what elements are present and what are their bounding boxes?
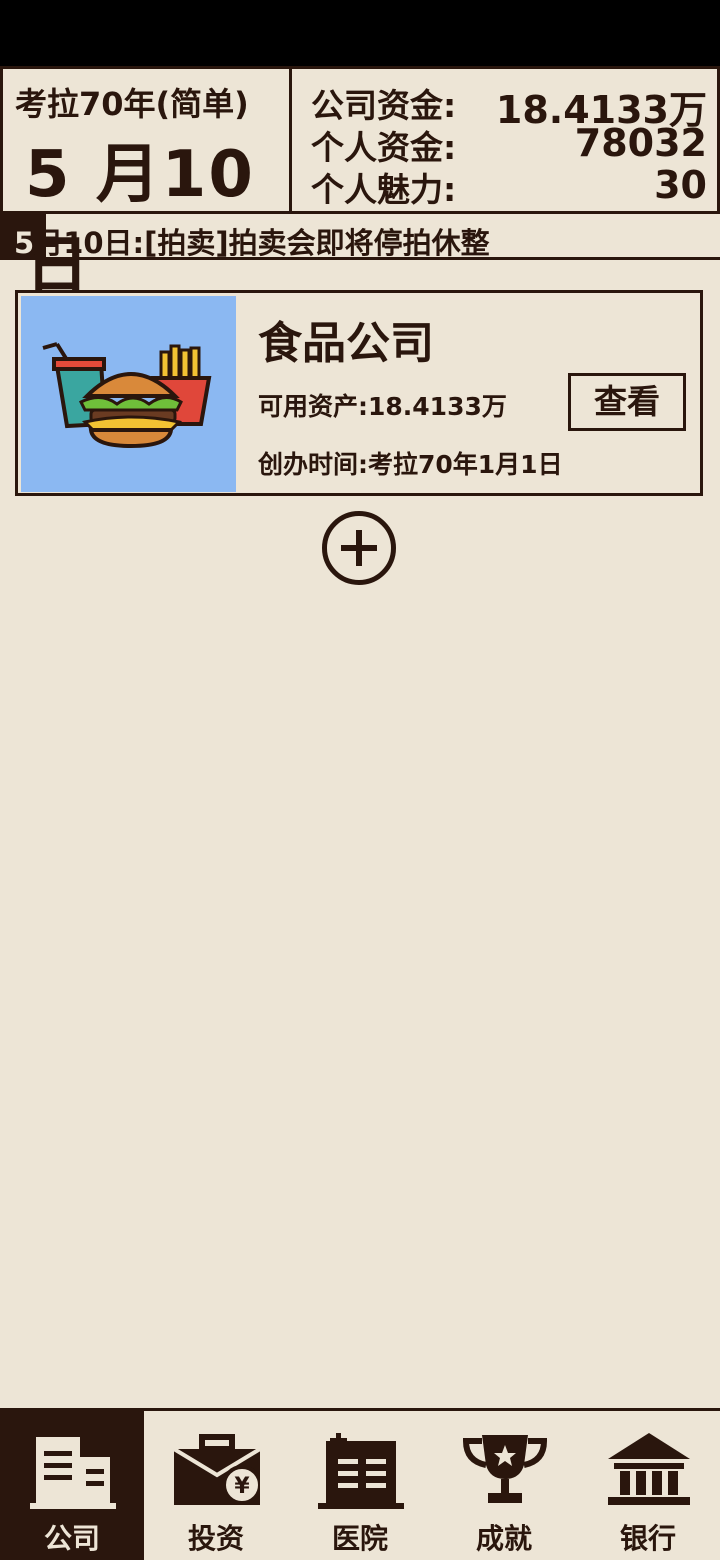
nav-hospital[interactable]: 医院 <box>288 1411 432 1560</box>
briefcase-yen-icon: ¥ <box>174 1434 260 1505</box>
stats-panel: 公司资金: 18.4133万 个人资金: 78032 个人魅力: 30 <box>293 69 717 211</box>
company-card[interactable]: 食品公司 可用资产:18.4133万 创办时间:考拉70年1月1日 查看 <box>15 290 703 496</box>
company-name: 食品公司 <box>258 318 434 369</box>
svg-text:¥: ¥ <box>234 1474 250 1499</box>
founded-date: 创办时间:考拉70年1月1日 <box>258 450 563 479</box>
nav-invest-label: 投资 <box>187 1522 244 1555</box>
charisma-label: 个人魅力: <box>311 170 457 209</box>
hospital-icon <box>318 1433 404 1509</box>
nav-bank-label: 银行 <box>619 1522 676 1555</box>
status-bar <box>0 0 720 66</box>
burger-fries-drink-icon <box>21 296 236 492</box>
ticker-text: 5月10日:[拍卖]拍卖会即将停拍休整 <box>14 220 490 262</box>
company-funds-label: 公司资金: <box>311 86 457 125</box>
plus-circle-icon[interactable] <box>322 511 396 585</box>
nav-company[interactable]: 公司 <box>0 1411 144 1560</box>
office-building-icon <box>30 1437 116 1509</box>
bank-icon <box>608 1433 690 1505</box>
view-button[interactable]: 查看 <box>568 373 686 431</box>
company-funds-row: 公司资金: 18.4133万 <box>311 79 707 132</box>
personal-funds-value: 78032 <box>574 121 707 165</box>
news-ticker: 5月10日:[拍卖]拍卖会即将停拍休整 <box>0 214 720 260</box>
nav-company-label: 公司 <box>43 1522 100 1555</box>
personal-funds-row: 个人资金: 78032 <box>311 121 707 167</box>
bottom-nav: 公司 ¥ 投资 医院 成就 银行 <box>0 1408 720 1560</box>
available-assets: 可用资产:18.4133万 <box>258 392 507 421</box>
header-panel: 考拉70年(简单) 5 月10 日 公司资金: 18.4133万 个人资金: 7… <box>0 66 720 304</box>
date-box: 考拉70年(简单) 5 月10 日 <box>3 69 292 304</box>
nav-bank[interactable]: 银行 <box>576 1411 720 1560</box>
personal-funds-label: 个人资金: <box>311 128 457 167</box>
charisma-value: 30 <box>654 163 707 207</box>
nav-invest[interactable]: ¥ 投资 <box>144 1411 288 1560</box>
ticker-first-char: 5 <box>14 226 35 260</box>
trophy-icon <box>462 1435 548 1503</box>
nav-hospital-label: 医院 <box>331 1522 388 1555</box>
nav-achievement-label: 成就 <box>475 1522 532 1555</box>
ticker-message: 月10日:[拍卖]拍卖会即将停拍休整 <box>34 226 490 260</box>
charisma-row: 个人魅力: 30 <box>311 163 707 209</box>
nav-achievement[interactable]: 成就 <box>432 1411 576 1560</box>
year-label: 考拉70年(简单) <box>15 85 249 123</box>
